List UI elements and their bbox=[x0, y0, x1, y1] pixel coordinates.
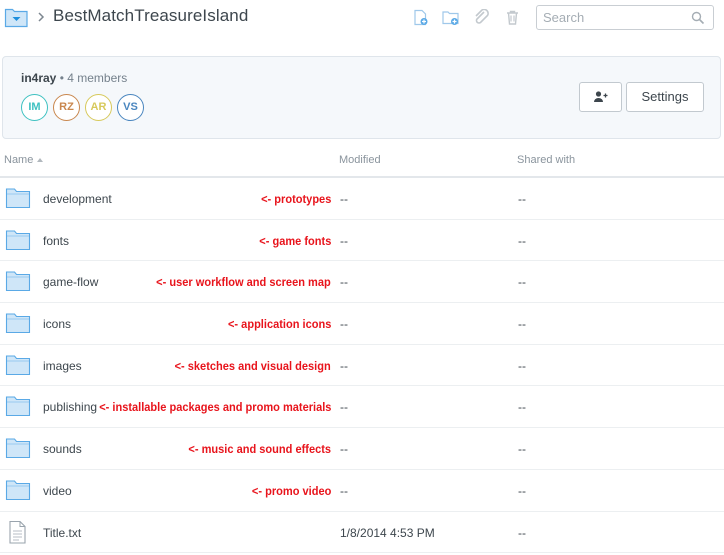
shared-with: -- bbox=[518, 317, 526, 332]
file-name[interactable]: sounds bbox=[43, 442, 82, 456]
search-input[interactable] bbox=[543, 9, 683, 26]
modified-date: -- bbox=[340, 358, 348, 373]
add-member-button[interactable] bbox=[579, 82, 622, 112]
folder-menu-button[interactable] bbox=[4, 6, 29, 28]
file-row[interactable]: Title.txt 1/8/2014 4:53 PM -- bbox=[0, 512, 724, 554]
new-file-icon[interactable] bbox=[412, 9, 429, 26]
column-name[interactable]: Name bbox=[4, 154, 44, 166]
annotation-note: <- promo video bbox=[251, 483, 331, 498]
trash-icon[interactable] bbox=[504, 9, 521, 26]
avatar-initials: IM bbox=[28, 101, 41, 113]
annotation-note: <- application icons bbox=[227, 317, 331, 332]
folder-icon bbox=[5, 230, 31, 250]
annotation-note: <- music and sound effects bbox=[188, 442, 331, 457]
shared-with: -- bbox=[518, 442, 526, 457]
column-shared[interactable]: Shared with bbox=[517, 154, 575, 166]
file-name[interactable]: images bbox=[43, 359, 82, 373]
modified-date: 1/8/2014 4:53 PM bbox=[340, 525, 435, 540]
share-link-icon[interactable] bbox=[473, 9, 490, 26]
folder-icon bbox=[5, 313, 31, 334]
annotation-note: <- game fonts bbox=[258, 233, 331, 248]
text-file-icon bbox=[9, 520, 26, 544]
shared-with: -- bbox=[518, 233, 526, 248]
file-name[interactable]: Title.txt bbox=[43, 526, 81, 540]
members-count: • 4 members bbox=[59, 71, 128, 85]
shared-with: -- bbox=[518, 400, 526, 415]
file-name[interactable]: publishing bbox=[43, 400, 97, 414]
top-bar: BestMatchTreasureIsland bbox=[0, 0, 724, 38]
modified-date: -- bbox=[340, 442, 348, 457]
team-info: in4ray • 4 members bbox=[21, 71, 127, 85]
modified-date: -- bbox=[340, 400, 348, 415]
file-row[interactable]: development <- prototypes -- -- bbox=[0, 178, 724, 220]
file-row[interactable]: images <- sketches and visual design -- -- bbox=[0, 345, 724, 387]
avatar-initials: RZ bbox=[59, 101, 74, 113]
shared-with: -- bbox=[518, 483, 526, 498]
file-row[interactable]: video <- promo video -- -- bbox=[0, 470, 724, 512]
avatar[interactable]: IM bbox=[21, 94, 48, 121]
settings-button[interactable]: Settings bbox=[626, 82, 704, 112]
file-row[interactable]: sounds <- music and sound effects -- -- bbox=[0, 428, 724, 470]
avatar-initials: AR bbox=[90, 101, 107, 113]
file-row[interactable]: publishing <- installable packages and pr… bbox=[0, 386, 724, 429]
modified-date: -- bbox=[340, 192, 348, 206]
avatar[interactable]: AR bbox=[85, 94, 112, 121]
annotation-note: <- sketches and visual design bbox=[174, 358, 331, 373]
chevron-right-icon bbox=[38, 12, 45, 22]
folder-dropdown-icon bbox=[4, 8, 28, 28]
modified-date: -- bbox=[340, 483, 348, 498]
add-user-icon bbox=[594, 91, 608, 102]
sort-ascending-icon bbox=[37, 158, 44, 163]
folder-icon bbox=[5, 438, 31, 459]
file-row[interactable]: icons <- application icons -- -- bbox=[0, 303, 724, 345]
file-name[interactable]: development bbox=[43, 192, 112, 206]
modified-date: -- bbox=[340, 233, 348, 248]
folder-icon bbox=[5, 396, 31, 417]
modified-date: -- bbox=[340, 275, 348, 290]
modified-date: -- bbox=[340, 317, 348, 332]
new-folder-icon[interactable] bbox=[442, 9, 459, 26]
folder-icon bbox=[5, 480, 31, 500]
team-panel: in4ray • 4 members IM RZ AR VS Settings bbox=[2, 56, 721, 139]
shared-with: -- bbox=[518, 525, 526, 540]
search-icon[interactable] bbox=[691, 11, 705, 25]
folder-icon bbox=[5, 355, 31, 375]
file-name[interactable]: icons bbox=[43, 317, 71, 331]
folder-icon bbox=[5, 271, 31, 292]
avatar[interactable]: VS bbox=[117, 94, 144, 121]
file-list: development <- prototypes -- -- fonts <- game… bbox=[0, 178, 724, 554]
column-modified[interactable]: Modified bbox=[339, 154, 381, 166]
file-row[interactable]: game-flow <- user workflow and screen map… bbox=[0, 261, 724, 304]
file-name[interactable]: game-flow bbox=[43, 275, 98, 289]
breadcrumb-title[interactable]: BestMatchTreasureIsland bbox=[53, 6, 248, 26]
column-name-label: Name bbox=[4, 154, 34, 166]
team-name[interactable]: in4ray bbox=[21, 71, 56, 85]
shared-with: -- bbox=[518, 275, 526, 290]
annotation-note: <- user workflow and screen map bbox=[156, 275, 331, 290]
search-box[interactable] bbox=[536, 5, 714, 30]
file-name[interactable]: fonts bbox=[43, 234, 69, 248]
avatar[interactable]: RZ bbox=[53, 94, 80, 121]
shared-with: -- bbox=[518, 358, 526, 373]
file-row[interactable]: fonts <- game fonts -- -- bbox=[0, 220, 724, 262]
list-header: Name Modified Shared with bbox=[0, 148, 724, 178]
folder-icon bbox=[5, 188, 31, 209]
shared-with: -- bbox=[518, 192, 526, 206]
file-name[interactable]: video bbox=[43, 484, 72, 498]
avatar-initials: VS bbox=[123, 101, 138, 113]
annotation-note: <- installable packages and promo materi… bbox=[98, 400, 331, 415]
annotation-note: <- prototypes bbox=[260, 192, 331, 206]
